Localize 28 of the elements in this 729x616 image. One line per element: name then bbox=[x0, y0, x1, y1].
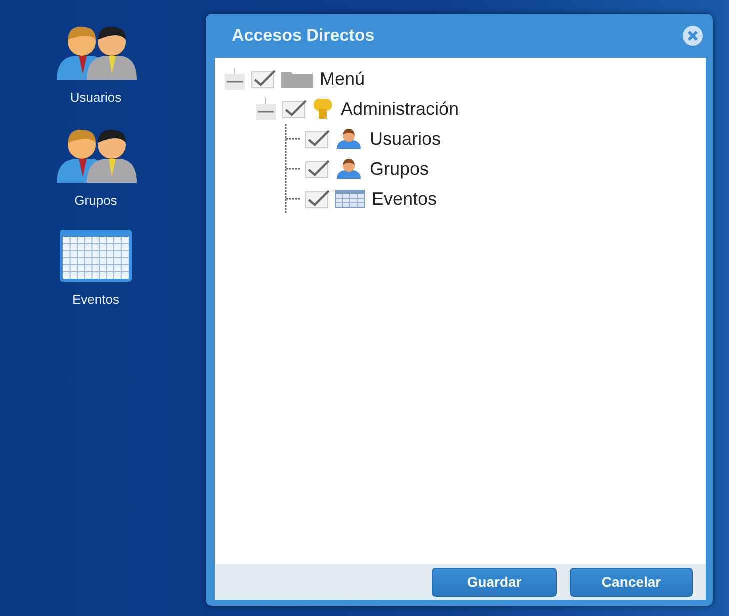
tree-connector-line bbox=[285, 124, 301, 154]
calendar-icon[interactable] bbox=[60, 230, 132, 282]
desktop-icon-label[interactable]: Eventos bbox=[72, 292, 120, 307]
close-icon[interactable] bbox=[682, 25, 704, 47]
table-icon bbox=[335, 190, 365, 208]
checkbox[interactable] bbox=[251, 69, 277, 89]
person-icon bbox=[335, 159, 363, 179]
desktop-icon-label[interactable]: Grupos bbox=[74, 193, 118, 208]
folder-icon bbox=[281, 70, 313, 88]
tree-item-label[interactable]: Menú bbox=[320, 68, 366, 90]
desktop-icon-label[interactable]: Usuarios bbox=[70, 90, 122, 105]
save-button[interactable]: Guardar bbox=[432, 568, 557, 596]
tree-item-label[interactable]: Grupos bbox=[370, 158, 430, 180]
cancel-button[interactable]: Cancelar bbox=[570, 568, 693, 596]
checkbox[interactable] bbox=[282, 99, 308, 119]
tree-item-label[interactable]: Eventos bbox=[372, 188, 438, 210]
collapse-icon[interactable] bbox=[254, 98, 278, 120]
checkbox[interactable] bbox=[305, 189, 331, 209]
checkbox[interactable] bbox=[305, 159, 331, 179]
tree-item-label[interactable]: Usuarios bbox=[370, 128, 442, 150]
dialog-title: Accesos Directos bbox=[232, 26, 375, 46]
tree-connector-line bbox=[285, 184, 301, 214]
tree-item-label[interactable]: Administración bbox=[341, 98, 460, 120]
checkbox[interactable] bbox=[305, 129, 331, 149]
tree-connector-line bbox=[285, 154, 301, 184]
collapse-icon[interactable] bbox=[223, 68, 247, 90]
key-icon bbox=[312, 98, 334, 120]
person-icon bbox=[335, 129, 363, 149]
